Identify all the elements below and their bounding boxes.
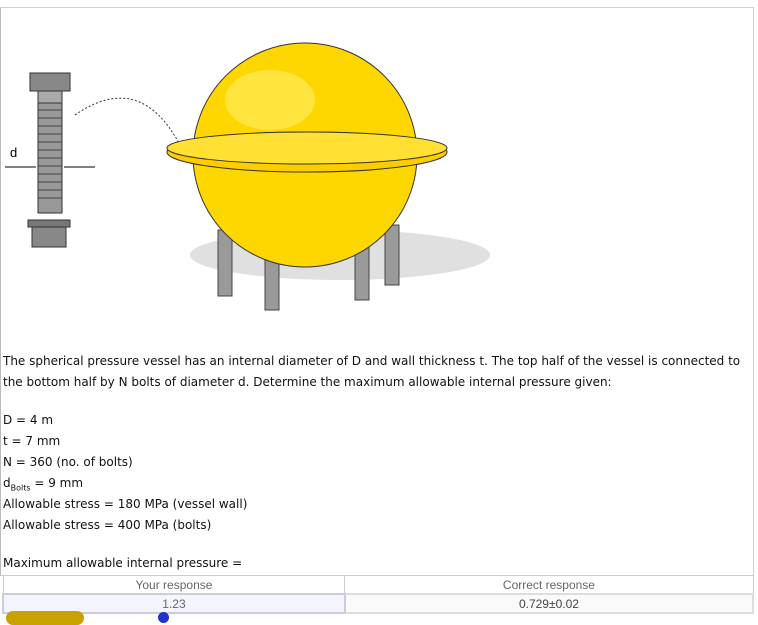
bolt-diagram: d bbox=[5, 72, 181, 248]
d-label: d bbox=[10, 145, 17, 160]
correct-response-header: Correct response bbox=[344, 575, 754, 595]
given-thickness: t = 7 mm bbox=[3, 434, 61, 448]
d-value: = 9 mm bbox=[30, 476, 84, 490]
given-diameter: D = 4 m bbox=[3, 413, 54, 427]
action-button[interactable] bbox=[6, 611, 84, 625]
given-bolt-stress: Allowable stress = 400 MPa (bolts) bbox=[3, 518, 212, 532]
problem-statement: The spherical pressure vessel has an int… bbox=[3, 354, 741, 389]
d-symbol: d bbox=[3, 476, 11, 490]
help-icon[interactable] bbox=[158, 612, 169, 623]
correct-response-value: 0.729±0.02 bbox=[343, 593, 755, 614]
given-wall-stress: Allowable stress = 180 MPa (vessel wall) bbox=[3, 497, 248, 511]
d-subscript: Bolts bbox=[10, 483, 31, 493]
pressure-vessel-figure: d bbox=[5, 42, 490, 311]
given-bolt-count: N = 360 (no. of bolts) bbox=[3, 455, 133, 469]
sphere-vessel bbox=[166, 42, 490, 311]
response-table: Your response Correct response 1.23 0.72… bbox=[2, 575, 755, 614]
question-prompt: Maximum allowable internal pressure = bbox=[3, 556, 243, 570]
your-response-header: Your response bbox=[2, 575, 346, 595]
given-bolt-diameter: dBolts = 9 mm bbox=[3, 476, 83, 492]
